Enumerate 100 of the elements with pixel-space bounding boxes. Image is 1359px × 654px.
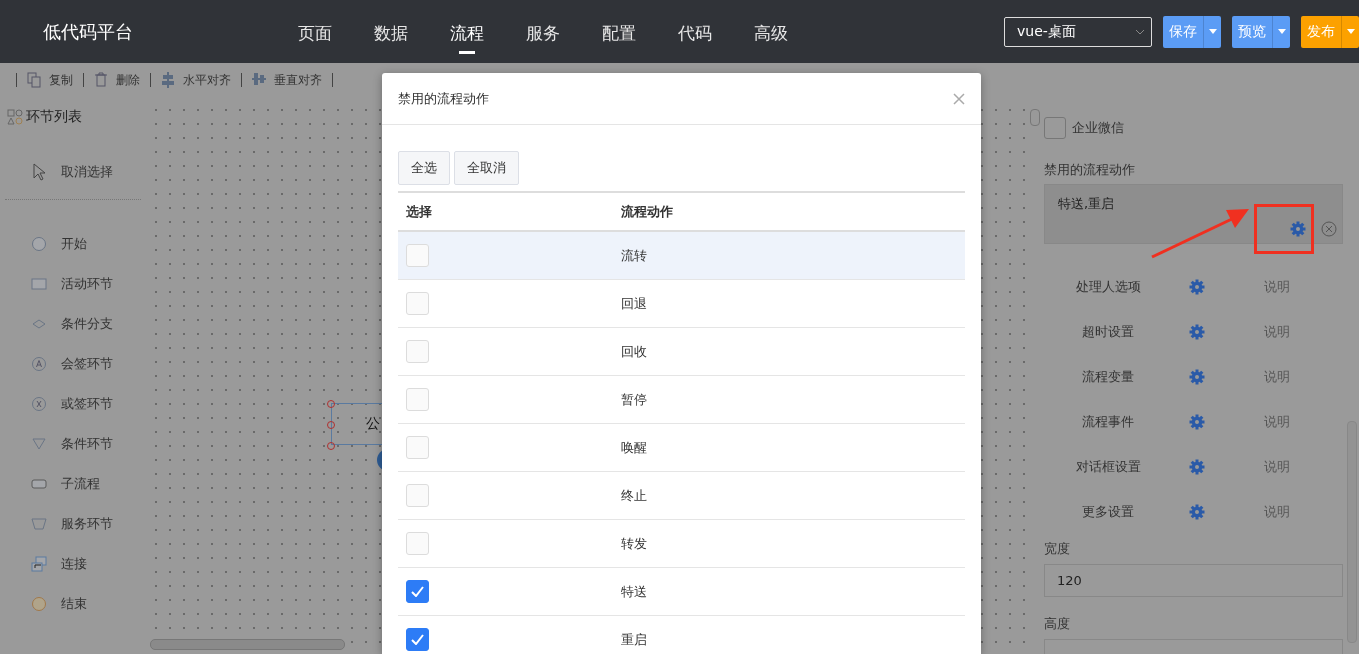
help-link[interactable]: 说明 bbox=[1264, 277, 1290, 296]
settings-button[interactable] bbox=[1189, 458, 1205, 475]
settings-button[interactable] bbox=[1189, 503, 1205, 520]
toolbar-button[interactable]: 删除 bbox=[94, 71, 140, 89]
table-row[interactable]: 转发 bbox=[398, 520, 965, 568]
copy-icon bbox=[27, 72, 41, 88]
dialog-title: 禁用的流程动作 bbox=[398, 89, 489, 108]
checkbox-label: 企业微信 bbox=[1072, 119, 1124, 137]
palette-item[interactable]: 子流程 bbox=[0, 464, 145, 504]
connector-icon bbox=[31, 556, 47, 572]
table-row[interactable]: 终止 bbox=[398, 472, 965, 520]
toolbar-button[interactable]: 水平对齐 bbox=[161, 71, 231, 89]
settings-button[interactable] bbox=[1290, 221, 1306, 237]
toolbar-button[interactable]: 复制 bbox=[27, 71, 73, 89]
scrollbar-thumb[interactable] bbox=[1030, 109, 1040, 126]
settings-button[interactable] bbox=[1189, 278, 1205, 295]
palette-item[interactable]: 活动环节 bbox=[0, 264, 145, 304]
settings-icon bbox=[1290, 221, 1306, 237]
dialog-button[interactable]: 全取消 bbox=[454, 151, 519, 185]
dialog-button[interactable]: 全选 bbox=[398, 151, 450, 185]
nav-tab[interactable]: 服务 bbox=[505, 14, 581, 55]
end-circle-icon bbox=[31, 596, 47, 612]
table-row[interactable]: 重启 bbox=[398, 616, 965, 654]
help-link[interactable]: 说明 bbox=[1264, 502, 1290, 521]
nav-tab[interactable]: 流程 bbox=[429, 14, 505, 55]
settings-icon bbox=[1189, 458, 1205, 475]
table-cell-text: 特送 bbox=[621, 582, 648, 601]
circle-icon bbox=[31, 236, 47, 252]
caret-down-icon bbox=[1346, 29, 1355, 34]
settings-icon bbox=[1189, 368, 1205, 385]
palette-item[interactable]: 条件环节 bbox=[0, 424, 145, 464]
help-link[interactable]: 说明 bbox=[1264, 412, 1290, 431]
column-header: 选择 bbox=[406, 202, 433, 221]
setting-label: 流程变量 bbox=[1081, 367, 1135, 386]
dropdown-button[interactable] bbox=[1341, 15, 1359, 48]
setting-label: 更多设置 bbox=[1081, 502, 1135, 521]
nav-tab[interactable]: 高级 bbox=[733, 14, 809, 55]
dropdown-button[interactable] bbox=[1272, 15, 1290, 48]
header-button[interactable]: 预览 bbox=[1232, 15, 1272, 48]
table-row[interactable]: 暂停 bbox=[398, 376, 965, 424]
checkbox[interactable] bbox=[406, 628, 429, 651]
palette-item[interactable]: 服务环节 bbox=[0, 504, 145, 544]
actions-field[interactable]: 特送,重启 bbox=[1044, 184, 1343, 244]
clear-icon[interactable] bbox=[1321, 221, 1337, 237]
cancel-selection[interactable]: 取消选择 bbox=[33, 163, 145, 181]
close-icon bbox=[953, 92, 965, 105]
check-icon bbox=[411, 586, 424, 597]
table-row[interactable]: 流转 bbox=[398, 232, 965, 280]
trapezoid-icon bbox=[31, 516, 47, 532]
horizontal-scrollbar[interactable] bbox=[150, 639, 345, 650]
checkbox[interactable] bbox=[1044, 117, 1066, 139]
palette-item[interactable]: 或签环节 bbox=[0, 384, 145, 424]
triangle-icon bbox=[31, 436, 47, 452]
palette-item[interactable]: 会签环节 bbox=[0, 344, 145, 384]
toolbar-button[interactable]: 垂直对齐 bbox=[252, 71, 322, 89]
input-field[interactable]: 120 bbox=[1044, 564, 1343, 597]
nav-tab[interactable]: 数据 bbox=[353, 14, 429, 55]
field-value: 特送,重启 bbox=[1058, 196, 1115, 211]
field-label: 禁用的流程动作 bbox=[1044, 161, 1136, 179]
setting-label: 处理人选项 bbox=[1074, 277, 1142, 296]
table-row[interactable]: 回退 bbox=[398, 280, 965, 328]
palette-item[interactable]: 开始 bbox=[0, 224, 145, 264]
template-select[interactable]: vue-桌面 bbox=[1004, 16, 1152, 47]
setting-label: 超时设置 bbox=[1081, 322, 1135, 341]
help-link[interactable]: 说明 bbox=[1264, 322, 1290, 341]
table-row[interactable]: 特送 bbox=[398, 568, 965, 616]
settings-button[interactable] bbox=[1189, 323, 1205, 340]
panel-title: 环节列表 bbox=[26, 108, 82, 126]
table-row[interactable]: 回收 bbox=[398, 328, 965, 376]
check-icon bbox=[411, 634, 424, 645]
table-cell-text: 重启 bbox=[621, 630, 648, 649]
rectangle-icon bbox=[31, 276, 47, 292]
setting-label: 流程事件 bbox=[1081, 412, 1135, 431]
shapes-icon bbox=[7, 109, 23, 125]
help-link[interactable]: 说明 bbox=[1264, 367, 1290, 386]
palette-item[interactable]: 条件分支 bbox=[0, 304, 145, 344]
settings-button[interactable] bbox=[1189, 368, 1205, 385]
nav-tab[interactable]: 页面 bbox=[277, 14, 353, 55]
caret-down-icon bbox=[1277, 29, 1286, 34]
table-cell-text: 回退 bbox=[621, 294, 648, 313]
close-button[interactable] bbox=[953, 92, 965, 105]
table-row[interactable]: 唤醒 bbox=[398, 424, 965, 472]
nav-tab[interactable]: 代码 bbox=[657, 14, 733, 55]
table-cell-text: 唤醒 bbox=[621, 438, 648, 457]
settings-icon bbox=[1189, 323, 1205, 340]
header-button[interactable]: 保存 bbox=[1163, 15, 1203, 48]
checkbox[interactable] bbox=[406, 580, 429, 603]
palette-item[interactable]: 连接 bbox=[0, 544, 145, 584]
align-horizontal-icon bbox=[161, 72, 175, 88]
table-cell-text: 转发 bbox=[621, 534, 648, 553]
palette-item[interactable]: 结束 bbox=[0, 584, 145, 624]
help-link[interactable]: 说明 bbox=[1264, 457, 1290, 476]
settings-icon bbox=[1189, 413, 1205, 430]
trash-icon bbox=[94, 72, 108, 88]
nav-tab[interactable]: 配置 bbox=[581, 14, 657, 55]
dropdown-button[interactable] bbox=[1203, 15, 1221, 48]
cursor-icon bbox=[33, 163, 47, 181]
table-cell-text: 回收 bbox=[621, 342, 648, 361]
setting-label: 对话框设置 bbox=[1074, 457, 1142, 476]
settings-button[interactable] bbox=[1189, 413, 1205, 430]
